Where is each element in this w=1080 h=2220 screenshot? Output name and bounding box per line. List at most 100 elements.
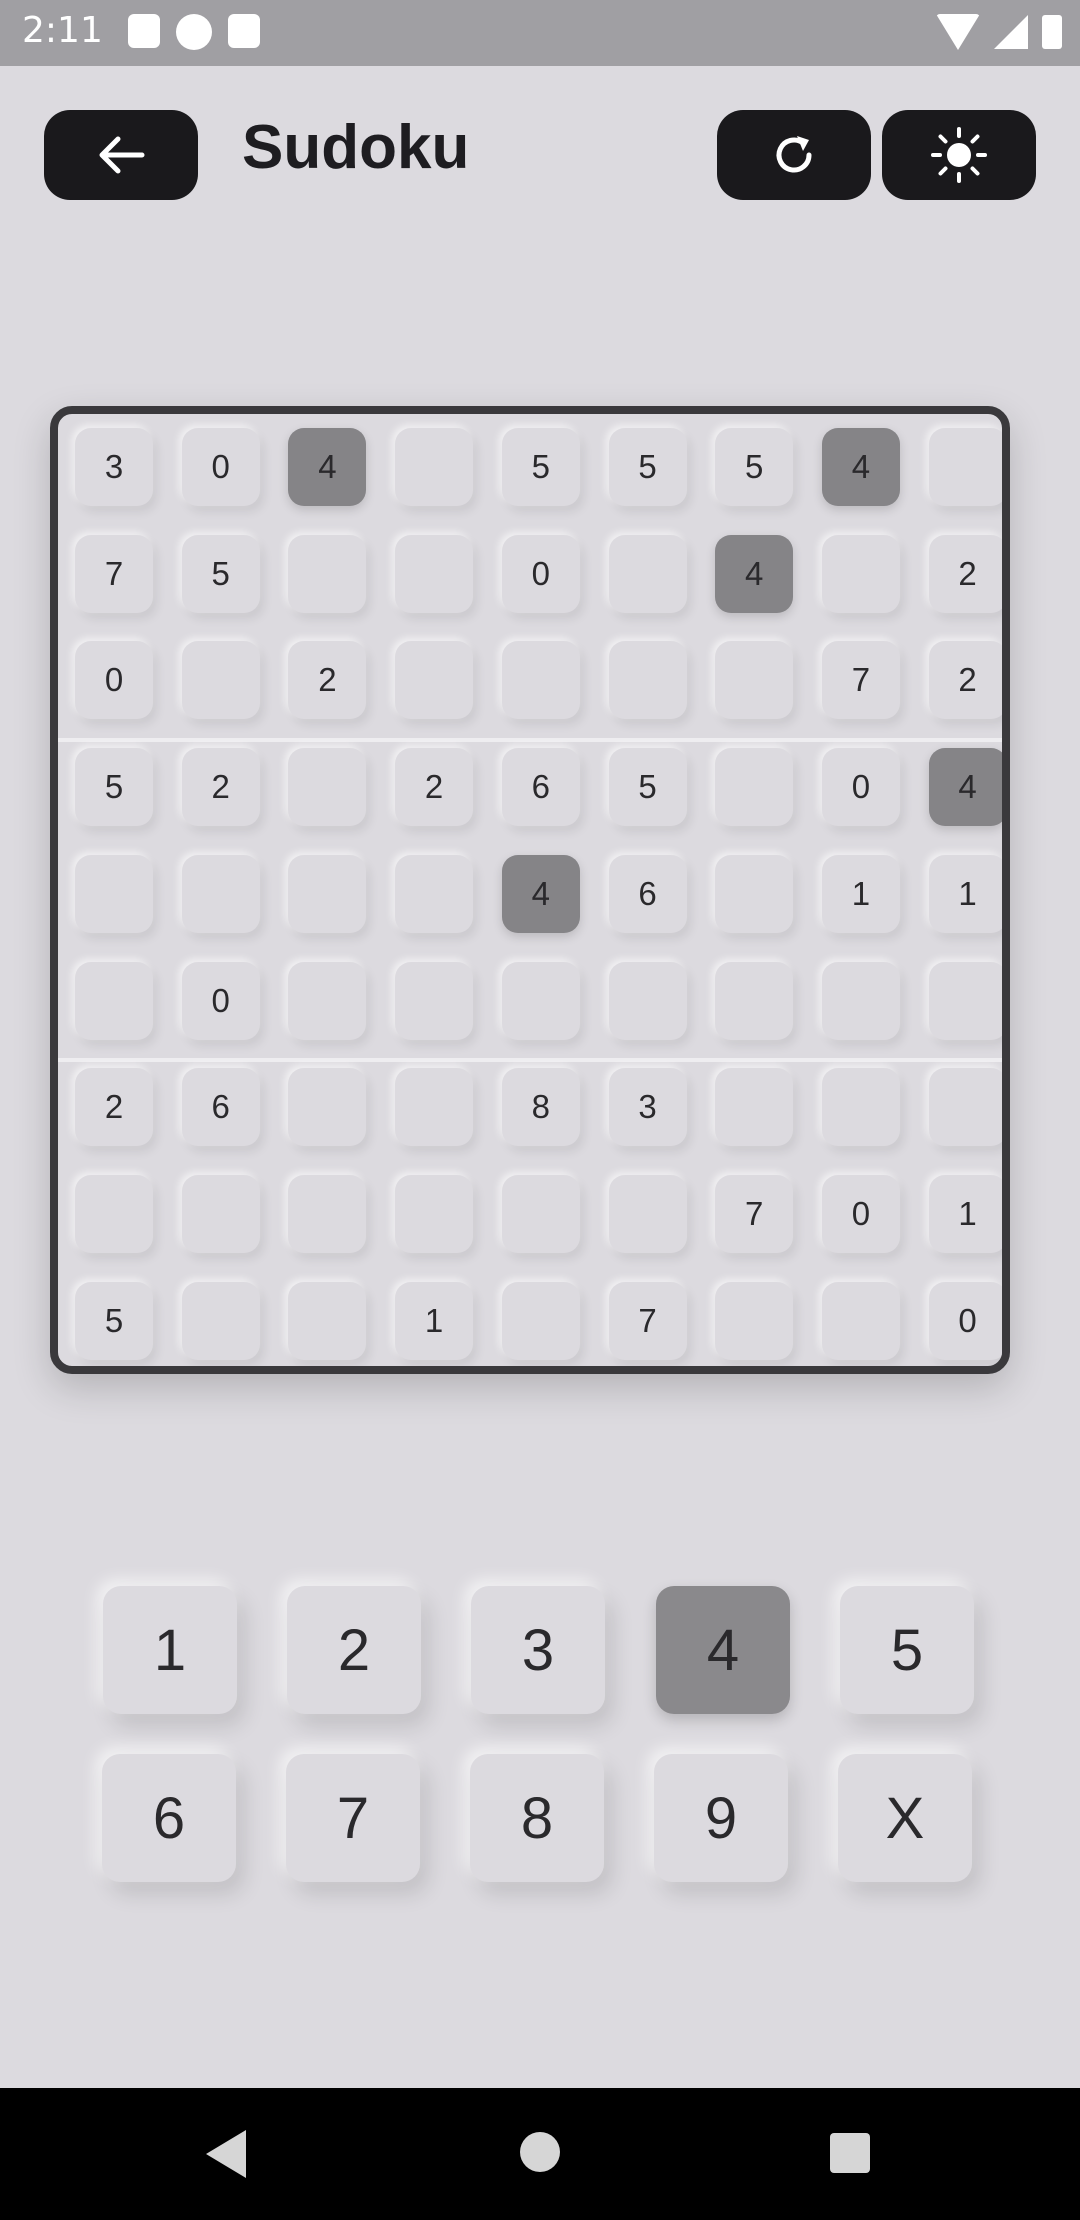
board-cell[interactable] bbox=[715, 1281, 794, 1360]
board-cell[interactable] bbox=[715, 641, 794, 720]
board-cell[interactable] bbox=[181, 1281, 260, 1360]
board-cell[interactable] bbox=[821, 534, 900, 613]
board-cell[interactable]: 5 bbox=[608, 428, 687, 506]
board-cell[interactable] bbox=[608, 534, 687, 613]
board-cell[interactable]: 1 bbox=[821, 854, 900, 933]
board-cell[interactable]: 0 bbox=[75, 641, 153, 720]
board-cell[interactable] bbox=[715, 961, 794, 1040]
board-cell[interactable] bbox=[75, 854, 153, 933]
board-cell[interactable] bbox=[821, 1068, 900, 1147]
board-cell[interactable] bbox=[75, 961, 153, 1040]
board-cell[interactable]: 4 bbox=[715, 534, 794, 613]
number-key-2[interactable]: 2 bbox=[287, 1586, 421, 1714]
board-cell[interactable] bbox=[501, 641, 580, 720]
board-cell[interactable]: 4 bbox=[501, 854, 580, 933]
board-cell[interactable] bbox=[608, 1174, 687, 1253]
number-key-3[interactable]: 3 bbox=[471, 1586, 605, 1714]
navigation-bar bbox=[0, 2088, 1080, 2220]
board-cell[interactable]: 7 bbox=[715, 1174, 794, 1253]
board-cell[interactable] bbox=[928, 961, 1002, 1040]
board-cell[interactable] bbox=[288, 1068, 367, 1147]
number-key-7[interactable]: 7 bbox=[286, 1754, 420, 1882]
board-cell[interactable] bbox=[395, 854, 474, 933]
board-cell[interactable]: 5 bbox=[608, 748, 687, 827]
board-cell[interactable] bbox=[288, 854, 367, 933]
board-cell[interactable]: 1 bbox=[928, 1174, 1002, 1253]
board-cell[interactable] bbox=[395, 641, 474, 720]
board-cell[interactable] bbox=[395, 534, 474, 613]
system-icons bbox=[936, 14, 1062, 50]
board-cell[interactable]: 4 bbox=[288, 428, 367, 506]
nav-home-icon[interactable] bbox=[520, 2132, 560, 2172]
board-cell[interactable]: 5 bbox=[75, 1281, 153, 1360]
board-cell[interactable] bbox=[928, 1068, 1002, 1147]
board-cell[interactable] bbox=[715, 1068, 794, 1147]
board-cell[interactable]: 4 bbox=[821, 428, 900, 506]
number-key-8[interactable]: 8 bbox=[470, 1754, 604, 1882]
board-cell[interactable]: 1 bbox=[395, 1281, 474, 1360]
board-cell[interactable] bbox=[181, 1174, 260, 1253]
board-cell[interactable]: 6 bbox=[608, 854, 687, 933]
board-cell[interactable] bbox=[288, 1174, 367, 1253]
board-cell[interactable] bbox=[395, 1068, 474, 1147]
board-cell[interactable]: 5 bbox=[181, 534, 260, 613]
board-cell[interactable] bbox=[395, 428, 474, 506]
number-key-6[interactable]: 6 bbox=[102, 1754, 236, 1882]
back-button[interactable] bbox=[44, 110, 198, 200]
board-cell[interactable] bbox=[715, 748, 794, 827]
nav-recents-icon[interactable] bbox=[830, 2133, 870, 2173]
number-key-1[interactable]: 1 bbox=[103, 1586, 237, 1714]
board-cell[interactable]: 0 bbox=[181, 961, 260, 1040]
board-cell[interactable]: 4 bbox=[928, 748, 1002, 827]
board-cell[interactable]: 2 bbox=[288, 641, 367, 720]
board-cell[interactable] bbox=[395, 961, 474, 1040]
board-cell[interactable] bbox=[288, 961, 367, 1040]
board-cell[interactable]: 7 bbox=[75, 534, 153, 613]
board-cell[interactable] bbox=[181, 641, 260, 720]
board-cell[interactable]: 6 bbox=[181, 1068, 260, 1147]
board-cell[interactable]: 2 bbox=[75, 1068, 153, 1147]
notification-icons bbox=[128, 14, 260, 50]
board-cell[interactable]: 0 bbox=[181, 428, 260, 506]
board-cell[interactable]: 2 bbox=[928, 641, 1002, 720]
board-cell[interactable]: 8 bbox=[501, 1068, 580, 1147]
reset-button[interactable] bbox=[717, 110, 871, 200]
board-cell[interactable] bbox=[501, 961, 580, 1040]
number-key-4[interactable]: 4 bbox=[656, 1586, 790, 1714]
board-cell[interactable] bbox=[75, 1174, 153, 1253]
number-key-5[interactable]: 5 bbox=[840, 1586, 974, 1714]
theme-toggle-button[interactable] bbox=[882, 110, 1036, 200]
board-cell[interactable]: 1 bbox=[928, 854, 1002, 933]
board-cell[interactable]: 2 bbox=[395, 748, 474, 827]
board-cell[interactable]: 0 bbox=[821, 748, 900, 827]
board-cell[interactable]: 7 bbox=[821, 641, 900, 720]
board-cell[interactable] bbox=[501, 1281, 580, 1360]
board-cell[interactable]: 0 bbox=[928, 1281, 1002, 1360]
board-cell[interactable]: 3 bbox=[75, 428, 153, 506]
board-cell[interactable]: 0 bbox=[821, 1174, 900, 1253]
board-cell[interactable]: 5 bbox=[501, 428, 580, 506]
board-cell[interactable]: 3 bbox=[608, 1068, 687, 1147]
board-cell[interactable]: 5 bbox=[715, 428, 794, 506]
board-cell[interactable] bbox=[715, 854, 794, 933]
board-cell[interactable]: 6 bbox=[501, 748, 580, 827]
board-cell[interactable] bbox=[181, 854, 260, 933]
board-cell[interactable]: 5 bbox=[75, 748, 153, 827]
board-cell[interactable] bbox=[821, 961, 900, 1040]
board-cell[interactable]: 2 bbox=[181, 748, 260, 827]
board-cell[interactable] bbox=[501, 1174, 580, 1253]
board-cell[interactable] bbox=[288, 1281, 367, 1360]
board-cell[interactable]: 2 bbox=[928, 534, 1002, 613]
board-cell[interactable] bbox=[821, 1281, 900, 1360]
board-cell[interactable]: 0 bbox=[501, 534, 580, 613]
nav-back-icon[interactable] bbox=[206, 2130, 246, 2178]
board-cell[interactable] bbox=[288, 748, 367, 827]
number-key-9[interactable]: 9 bbox=[654, 1754, 788, 1882]
clear-key[interactable]: X bbox=[838, 1754, 972, 1882]
board-cell[interactable] bbox=[928, 428, 1002, 506]
board-cell[interactable] bbox=[288, 534, 367, 613]
board-cell[interactable] bbox=[608, 641, 687, 720]
board-cell[interactable]: 7 bbox=[608, 1281, 687, 1360]
board-cell[interactable] bbox=[395, 1174, 474, 1253]
board-cell[interactable] bbox=[608, 961, 687, 1040]
